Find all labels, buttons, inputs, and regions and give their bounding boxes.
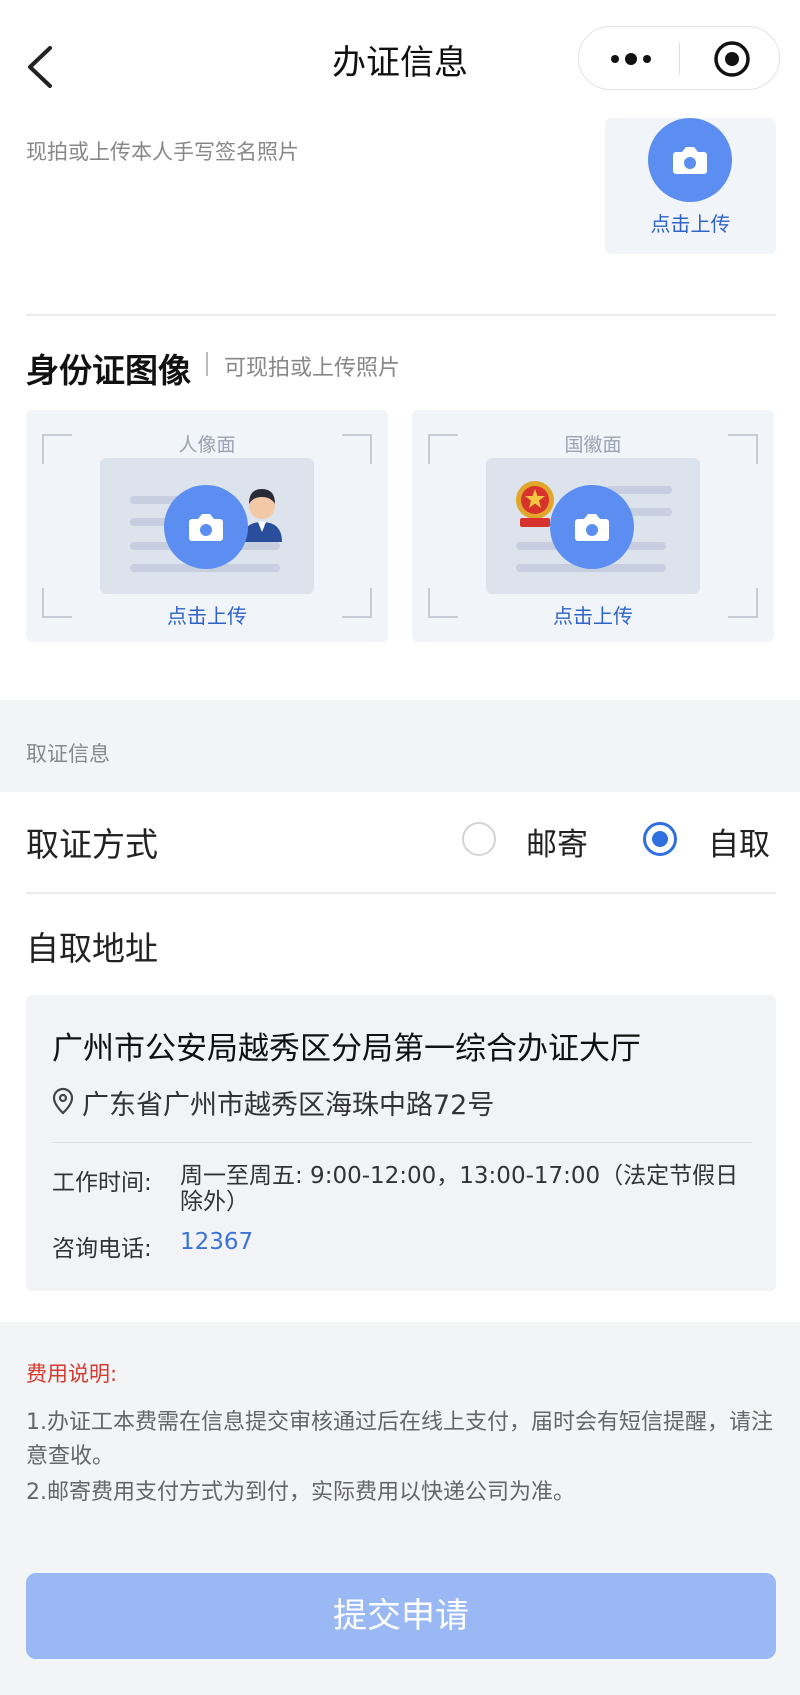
upload-label: 点击上传	[167, 604, 247, 628]
section-label: 取证信息	[26, 742, 110, 766]
hours-value: 周一至周五: 9:00-12:00，13:00-17:00（法定节假日除外）	[180, 1163, 739, 1215]
section-subtitle: 可现拍或上传照片	[224, 356, 401, 381]
section-title: 身份证图像	[26, 351, 191, 390]
radio-mail[interactable]	[462, 822, 496, 856]
camera-icon	[575, 514, 609, 541]
section-band	[0, 700, 800, 792]
card-face-label: 人像面	[178, 434, 236, 456]
camera-icon	[189, 514, 223, 541]
option-label-self-pickup[interactable]: 自取	[708, 819, 770, 864]
camera-button[interactable]	[164, 485, 248, 569]
option-label-mail[interactable]: 邮寄	[526, 819, 588, 864]
hall-name: 广州市公安局越秀区分局第一综合办证大厅	[52, 1031, 641, 1067]
pickup-method-label: 取证方式	[26, 825, 158, 864]
more-dots-icon[interactable]	[609, 49, 653, 69]
divider	[26, 892, 776, 894]
mini-program-capsule	[578, 26, 780, 90]
fee-title: 费用说明:	[26, 1362, 118, 1386]
camera-button[interactable]	[550, 485, 634, 569]
id-portrait-upload[interactable]: 人像面 点击上传	[26, 410, 388, 642]
signature-upload[interactable]: 点击上传	[605, 118, 776, 254]
phone-label: 咨询电话:	[52, 1236, 152, 1262]
upload-label: 点击上传	[650, 212, 731, 236]
capsule-divider	[679, 43, 680, 75]
upload-label: 点击上传	[553, 604, 633, 628]
fee-note: 1.办证工本费需在信息提交审核通过后在线上支付，届时会有短信提醒，请注意查收。	[26, 1410, 773, 1469]
camera-button[interactable]	[648, 118, 732, 202]
hours-label: 工作时间:	[52, 1170, 152, 1196]
target-circle-icon[interactable]	[713, 40, 751, 78]
phone-link[interactable]: 12367	[180, 1229, 253, 1255]
location-pin-icon	[52, 1087, 74, 1115]
signature-hint: 现拍或上传本人手写签名照片	[26, 140, 299, 164]
nav-bar: 办证信息	[0, 0, 800, 120]
radio-self-pickup[interactable]	[643, 822, 677, 856]
divider	[26, 314, 776, 316]
fee-note: 2.邮寄费用支付方式为到付，实际费用以快递公司为准。	[26, 1480, 575, 1505]
submit-button[interactable]: 提交申请	[26, 1573, 776, 1659]
card-face-label: 国徽面	[564, 434, 622, 456]
id-emblem-upload[interactable]: 国徽面 点击上传	[412, 410, 774, 642]
hall-address: 广东省广州市越秀区海珠中路72号	[82, 1090, 495, 1121]
divider	[52, 1142, 752, 1143]
pickup-address-label: 自取地址	[26, 929, 158, 968]
camera-icon	[673, 147, 707, 174]
title-separator	[206, 352, 208, 376]
address-card: 广州市公安局越秀区分局第一综合办证大厅 广东省广州市越秀区海珠中路72号 工作时…	[26, 995, 776, 1291]
